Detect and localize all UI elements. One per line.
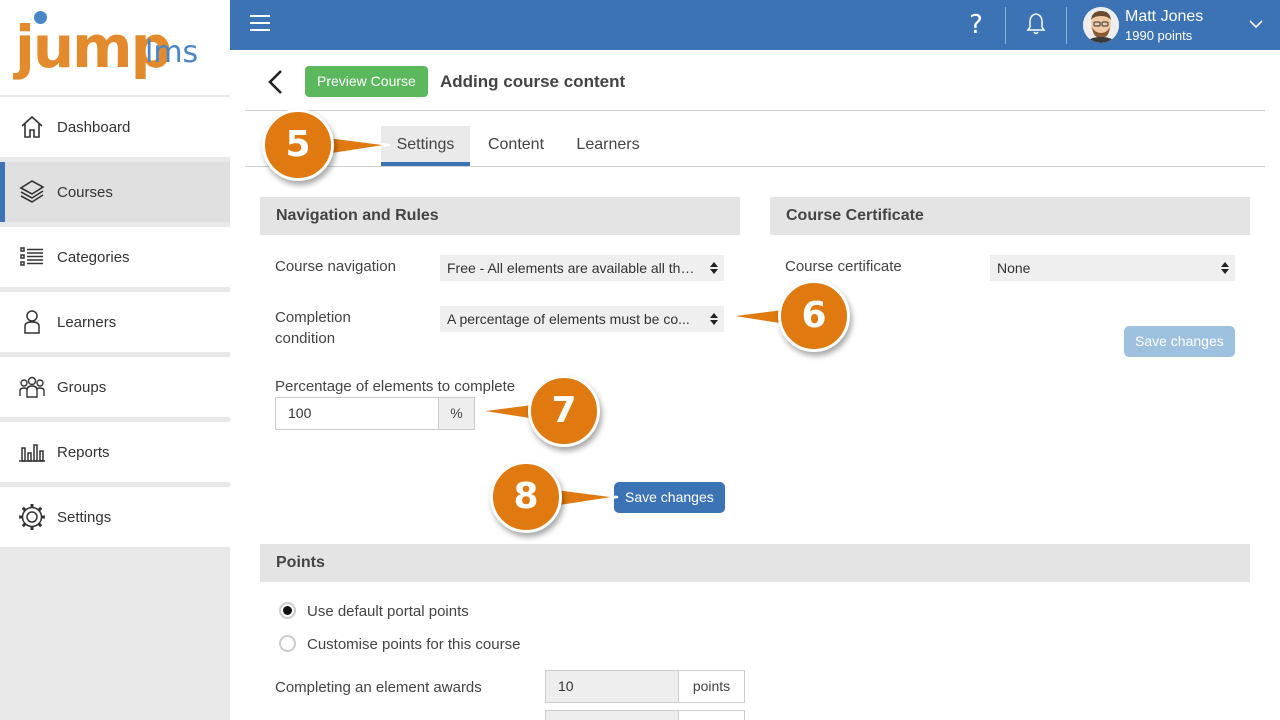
books-icon — [18, 178, 46, 206]
default-points-radio[interactable] — [279, 602, 296, 619]
bell-icon[interactable] — [1026, 12, 1046, 36]
bar-chart-icon — [18, 438, 46, 466]
select-value: Free - All elements are available all th… — [447, 260, 704, 276]
sidebar-item-reports[interactable]: Reports — [0, 422, 230, 482]
page-title: Adding course content — [440, 72, 626, 91]
select-value: None — [997, 260, 1031, 276]
callout-number: 6 — [778, 280, 850, 352]
course-certificate-label: Course certificate — [785, 258, 902, 275]
divider — [245, 166, 1265, 167]
panel-title: Points — [260, 544, 1250, 582]
sidebar-item-learners[interactable]: Learners — [0, 292, 230, 352]
course-navigation-label: Course navigation — [275, 258, 396, 275]
element-points-input[interactable]: 10 — [545, 670, 679, 703]
list-icon — [18, 243, 46, 271]
chevron-down-icon[interactable] — [1248, 16, 1264, 32]
tab-learners[interactable]: Learners — [567, 126, 649, 166]
callout-number: 5 — [262, 109, 334, 181]
sidebar-item-categories[interactable]: Categories — [0, 227, 230, 287]
completion-label-line: condition — [275, 330, 336, 347]
save-changes-button[interactable]: Save changes — [614, 482, 725, 513]
preview-course-button[interactable]: Preview Course — [305, 66, 428, 97]
select-value: A percentage of elements must be co... — [447, 311, 690, 327]
help-icon[interactable]: ? — [965, 8, 987, 42]
tab-settings[interactable]: Settings — [381, 126, 470, 166]
divider — [245, 110, 1265, 111]
user-name[interactable]: Matt Jones — [1125, 8, 1203, 26]
default-points-label: Use default portal points — [307, 603, 469, 620]
callout-number: 7 — [528, 375, 600, 447]
callout-number: 8 — [490, 461, 562, 533]
home-icon — [18, 113, 46, 141]
tab-content[interactable]: Content — [478, 126, 554, 166]
percentage-input[interactable]: 100 — [275, 397, 439, 430]
select-arrows-icon — [710, 262, 718, 274]
sidebar: jump lms Dashboard Courses Categories Le… — [0, 0, 230, 720]
sidebar-item-label: Learners — [57, 313, 117, 331]
select-arrows-icon — [710, 313, 718, 325]
sidebar-item-groups[interactable]: Groups — [0, 357, 230, 417]
points-input-2[interactable] — [545, 710, 679, 720]
sidebar-item-courses[interactable]: Courses — [0, 162, 230, 222]
panel-title: Course Certificate — [770, 197, 1250, 235]
custom-points-label: Customise points for this course — [307, 636, 521, 653]
group-icon — [18, 373, 46, 401]
custom-points-radio[interactable] — [279, 635, 296, 652]
person-icon — [18, 308, 46, 336]
sidebar-item-label: Groups — [57, 378, 107, 396]
points-addon-2 — [678, 710, 745, 720]
percentage-label: Percentage of elements to complete — [275, 378, 516, 395]
top-bar: ? Matt Jones 1990 points — [230, 0, 1280, 50]
select-arrows-icon — [1221, 262, 1229, 274]
divider — [1066, 7, 1067, 44]
menu-icon[interactable] — [250, 15, 270, 33]
sidebar-item-settings[interactable]: Settings — [0, 487, 230, 547]
back-arrow-icon[interactable] — [265, 68, 287, 96]
user-points: 1990 points — [1125, 28, 1193, 43]
panel-title: Navigation and Rules — [260, 197, 740, 235]
element-award-label: Completing an element awards — [275, 679, 482, 696]
completion-label-line: Completion — [275, 309, 351, 326]
percent-addon: % — [438, 397, 475, 430]
sidebar-item-label: Settings — [57, 508, 112, 526]
sidebar-item-label: Courses — [57, 183, 113, 201]
course-certificate-select[interactable]: None — [990, 255, 1235, 281]
save-certificate-button[interactable]: Save changes — [1124, 326, 1235, 357]
course-navigation-select[interactable]: Free - All elements are available all th… — [440, 255, 724, 281]
completion-condition-select[interactable]: A percentage of elements must be co... — [440, 306, 724, 332]
sidebar-item-dashboard[interactable]: Dashboard — [0, 97, 230, 157]
sidebar-item-label: Dashboard — [57, 118, 131, 136]
gear-icon — [18, 503, 46, 531]
logo-subtext: lms — [145, 35, 199, 70]
sidebar-item-label: Reports — [57, 443, 110, 461]
sidebar-item-label: Categories — [57, 248, 130, 266]
avatar[interactable] — [1083, 7, 1119, 43]
points-addon: points — [678, 670, 745, 703]
completion-condition-label: Completion condition — [275, 307, 351, 349]
divider — [1005, 7, 1006, 44]
logo[interactable]: jump lms — [0, 0, 230, 95]
